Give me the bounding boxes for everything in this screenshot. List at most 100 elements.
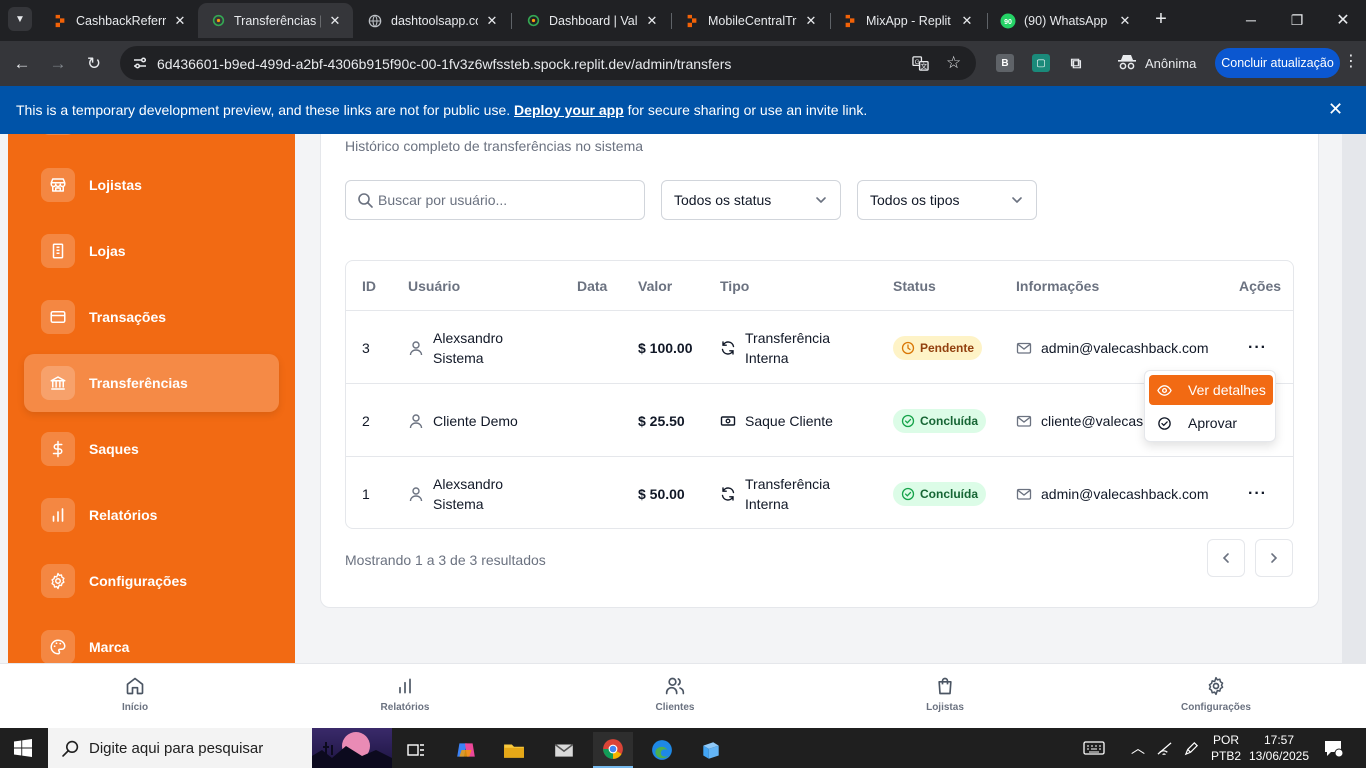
- sidebar-item-saques[interactable]: Saques: [24, 420, 279, 478]
- row-actions-button[interactable]: ···: [1248, 457, 1267, 528]
- incognito-icon: [1117, 54, 1137, 73]
- sidebar-item-label: Relatórios: [89, 507, 158, 523]
- browser-tab-active[interactable]: Transferências | V ✕: [198, 3, 353, 38]
- notification-icon[interactable]: [1323, 728, 1343, 768]
- chrome-icon[interactable]: [593, 732, 633, 768]
- prev-page-button[interactable]: [1207, 539, 1245, 577]
- task-view-icon[interactable]: [396, 732, 436, 768]
- update-button[interactable]: Concluir atualização: [1215, 48, 1340, 78]
- sidebar-item-marca[interactable]: Marca: [24, 618, 279, 663]
- incognito-indicator[interactable]: Anônima: [1117, 50, 1196, 76]
- browser-tab[interactable]: 90 (90) WhatsApp B ✕: [988, 3, 1143, 38]
- extension-green-icon[interactable]: ▢: [1032, 54, 1050, 72]
- bottom-nav-clientes[interactable]: Clientes: [620, 676, 730, 713]
- bottom-nav-inicio[interactable]: Início: [80, 676, 190, 713]
- clock-icon: [901, 341, 915, 354]
- browser-tab[interactable]: CashbackReferra ✕: [40, 3, 198, 38]
- site-settings-icon[interactable]: [132, 55, 148, 71]
- close-tab-icon[interactable]: ✕: [803, 13, 819, 29]
- approve-menu-item[interactable]: Aprovar: [1149, 408, 1273, 438]
- tab-title: Dashboard | Vale: [549, 13, 638, 28]
- scrollbar-track[interactable]: [1342, 134, 1366, 663]
- search-icon: [62, 740, 79, 757]
- close-tab-icon[interactable]: ✕: [644, 13, 660, 29]
- extension-b-icon[interactable]: B: [996, 54, 1014, 72]
- tab-search-chevron-icon[interactable]: ▼: [8, 7, 32, 31]
- status-filter-select[interactable]: Todos os status: [661, 180, 841, 220]
- bottom-nav-relatorios[interactable]: Relatórios: [350, 676, 460, 713]
- row-status: Pendente: [893, 311, 983, 384]
- search-input[interactable]: [378, 182, 638, 218]
- view-details-menu-item[interactable]: Ver detalhes: [1149, 375, 1273, 405]
- taskbar-clock[interactable]: 17:57 13/06/2025: [1248, 732, 1310, 764]
- tab-title: Transferências | V: [234, 13, 321, 28]
- globe-icon: [367, 13, 383, 29]
- close-tab-icon[interactable]: ✕: [484, 13, 500, 29]
- app-pinned-icon[interactable]: [691, 732, 731, 768]
- bookmark-star-icon[interactable]: ☆: [946, 53, 961, 73]
- mail-icon: [1016, 415, 1032, 427]
- close-banner-icon[interactable]: ✕: [1328, 99, 1343, 120]
- file-explorer-icon[interactable]: [494, 732, 534, 768]
- tab-title: MixApp - Replit: [866, 13, 951, 28]
- sidebar-item-configuracoes[interactable]: Configurações: [24, 552, 279, 610]
- chrome-menu-icon[interactable]: ⋮: [1343, 51, 1359, 71]
- windows-start-icon[interactable]: [14, 739, 32, 757]
- banner-text: This is a temporary development preview,…: [16, 102, 867, 118]
- back-icon[interactable]: ←: [9, 51, 35, 77]
- keyboard-icon[interactable]: [1083, 728, 1105, 768]
- copilot-icon[interactable]: [446, 732, 486, 768]
- pen-icon[interactable]: [1183, 728, 1200, 768]
- browser-tab[interactable]: MixApp - Replit ✕: [830, 3, 985, 38]
- chevron-right-icon: [1271, 553, 1278, 563]
- status-badge-label: Pendente: [920, 340, 975, 355]
- language-indicator[interactable]: POR PTB2: [1211, 728, 1241, 768]
- translate-icon[interactable]: G文: [912, 55, 929, 76]
- bottom-nav-lojistas[interactable]: Lojistas: [890, 676, 1000, 713]
- gear-icon: [1208, 676, 1224, 696]
- address-bar[interactable]: 6d436601-b9ed-499d-a2bf-4306b915f90c-00-…: [120, 46, 976, 80]
- sidebar-item-relatorios[interactable]: Relatórios: [24, 486, 279, 544]
- browser-tab[interactable]: MobileCentralTra ✕: [672, 3, 829, 38]
- bar-chart-icon: [41, 498, 75, 532]
- extensions-puzzle-icon[interactable]: ⧉: [1067, 54, 1085, 72]
- browser-tab[interactable]: Dashboard | Vale ✕: [513, 3, 670, 38]
- incognito-label: Anônima: [1145, 55, 1197, 71]
- sidebar-item-hidden[interactable]: [24, 134, 279, 147]
- close-tab-icon[interactable]: ✕: [959, 13, 975, 29]
- row-user: Alexsandro Sistema: [408, 457, 528, 528]
- close-tab-icon[interactable]: ✕: [172, 13, 188, 29]
- close-tab-icon[interactable]: ✕: [327, 13, 343, 29]
- sidebar-item-transacoes[interactable]: Transações: [24, 288, 279, 346]
- users-icon: [665, 677, 685, 695]
- browser-tab[interactable]: dashtoolsapp.co ✕: [355, 3, 510, 38]
- deploy-app-link[interactable]: Deploy your app: [514, 102, 624, 118]
- sidebar-item-lojistas[interactable]: Lojistas: [24, 156, 279, 214]
- mail-icon[interactable]: [544, 732, 584, 768]
- bottom-nav: Início Relatórios Clientes Lojistas Conf…: [0, 663, 1366, 728]
- reload-icon[interactable]: ↻: [81, 51, 107, 77]
- status-badge: Pendente: [893, 335, 983, 360]
- taskbar-search-placeholder: Digite aqui para pesquisar: [89, 739, 264, 757]
- type-filter-select[interactable]: Todos os tipos: [857, 180, 1037, 220]
- column-header-valor: Valor: [638, 277, 673, 294]
- next-page-button[interactable]: [1255, 539, 1293, 577]
- restore-icon[interactable]: ❐: [1274, 6, 1320, 34]
- close-tab-icon[interactable]: ✕: [1117, 13, 1133, 29]
- bar-chart-icon: [399, 678, 411, 694]
- new-tab-button[interactable]: +: [1150, 9, 1172, 31]
- sidebar-item-transferencias[interactable]: Transferências: [24, 354, 279, 412]
- forward-icon[interactable]: →: [45, 51, 71, 77]
- bottom-nav-configuracoes[interactable]: Configurações: [1161, 676, 1271, 713]
- minimize-icon[interactable]: ─: [1228, 6, 1274, 34]
- sidebar-item-lojas[interactable]: Lojas: [24, 222, 279, 280]
- chevron-up-icon[interactable]: ︿: [1131, 728, 1145, 768]
- status-badge: Concluída: [893, 408, 987, 433]
- edge-icon[interactable]: [642, 732, 682, 768]
- wifi-icon[interactable]: [1156, 728, 1173, 768]
- url-text: 6d436601-b9ed-499d-a2bf-4306b915f90c-00-…: [157, 56, 732, 72]
- close-window-icon[interactable]: ✕: [1320, 6, 1366, 34]
- refresh-icon: [721, 340, 735, 355]
- sidebar-item-label: Lojas: [89, 243, 126, 259]
- bottom-nav-label: Início: [121, 702, 149, 713]
